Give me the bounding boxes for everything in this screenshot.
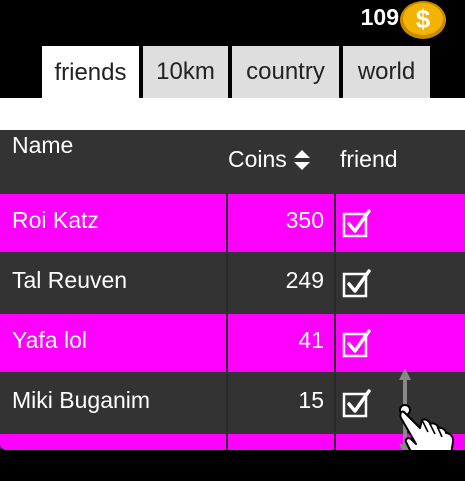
sort-updown-icon[interactable] xyxy=(293,148,311,172)
bottom-bar xyxy=(0,450,465,481)
table-row[interactable]: Roi Katz 350 xyxy=(0,194,465,252)
top-bar: 109 $ xyxy=(0,0,465,44)
table-row[interactable]: Tal Reuven 249 xyxy=(0,254,465,312)
friend-checkbox-icon[interactable] xyxy=(342,268,372,298)
column-header-friend: friend xyxy=(340,146,398,172)
tab-country[interactable]: country xyxy=(230,44,341,98)
player-coins: 15 xyxy=(226,374,336,432)
table-header: Name Coins friend xyxy=(0,130,465,194)
svg-text:$: $ xyxy=(416,4,431,34)
column-header-coins-label: Coins xyxy=(228,146,287,172)
tab-10km[interactable]: 10km xyxy=(141,44,230,98)
table-row[interactable]: Yafa lol 41 xyxy=(0,314,465,372)
coin-count: 109 xyxy=(360,4,399,30)
dollar-coin-icon: $ xyxy=(400,1,446,39)
tab-friends[interactable]: friends xyxy=(40,44,141,100)
friend-checkbox-icon[interactable] xyxy=(342,208,372,238)
player-coins: 249 xyxy=(226,254,336,312)
player-coins-partial xyxy=(226,434,336,450)
player-name: Yafa lol xyxy=(12,327,88,353)
tab-world[interactable]: world xyxy=(341,44,432,98)
friend-checkbox-icon[interactable] xyxy=(342,328,372,358)
friend-checkbox-icon[interactable] xyxy=(342,388,372,418)
player-name: Miki Buganim xyxy=(12,387,151,413)
column-header-coins[interactable]: Coins xyxy=(228,146,311,173)
player-name: Tal Reuven xyxy=(12,267,128,293)
column-header-name: Name xyxy=(12,132,74,158)
tab-panel-top xyxy=(0,98,465,130)
player-name: Roi Katz xyxy=(12,207,99,233)
player-coins: 41 xyxy=(226,314,336,372)
player-coins: 350 xyxy=(226,194,336,252)
tab-bar: friends 10km country world xyxy=(0,44,465,100)
